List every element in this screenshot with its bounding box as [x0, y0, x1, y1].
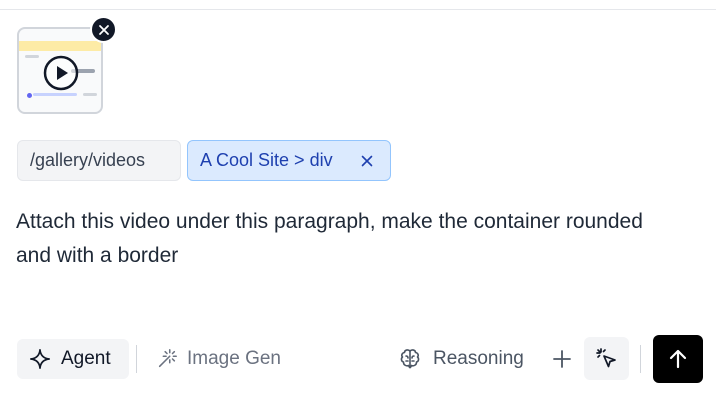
close-icon	[98, 24, 110, 36]
plus-icon	[552, 349, 572, 369]
agent-mode-button[interactable]: Agent	[17, 339, 129, 379]
reasoning-button[interactable]: Reasoning	[398, 339, 524, 379]
remove-attachment-button[interactable]	[90, 16, 117, 43]
prompt-input[interactable]: Attach this video under this paragraph, …	[16, 205, 676, 273]
path-context-chip[interactable]: /gallery/videos	[17, 140, 181, 181]
sparkle-icon	[29, 348, 51, 370]
element-context-chip[interactable]: A Cool Site > div	[187, 140, 391, 181]
reasoning-label: Reasoning	[433, 348, 524, 369]
element-chip-label: A Cool Site > div	[200, 150, 333, 170]
add-button[interactable]	[550, 346, 574, 372]
send-button[interactable]	[653, 335, 703, 383]
agent-label: Agent	[61, 348, 111, 369]
video-attachment-thumbnail[interactable]	[17, 27, 103, 114]
toolbar-divider	[640, 345, 641, 373]
pointer-click-icon	[595, 347, 619, 371]
image-gen-label: Image Gen	[187, 348, 281, 369]
path-chip-label: /gallery/videos	[30, 150, 146, 170]
brain-icon	[398, 347, 422, 371]
image-gen-button[interactable]: Image Gen	[156, 339, 281, 379]
arrow-up-icon	[667, 348, 689, 370]
element-select-button[interactable]	[584, 337, 629, 380]
toolbar-divider	[136, 345, 137, 373]
top-divider	[0, 9, 716, 10]
remove-chip-button[interactable]	[360, 154, 374, 168]
play-circle-icon[interactable]	[43, 55, 79, 91]
magic-wand-icon	[156, 348, 178, 370]
close-icon	[361, 155, 373, 167]
